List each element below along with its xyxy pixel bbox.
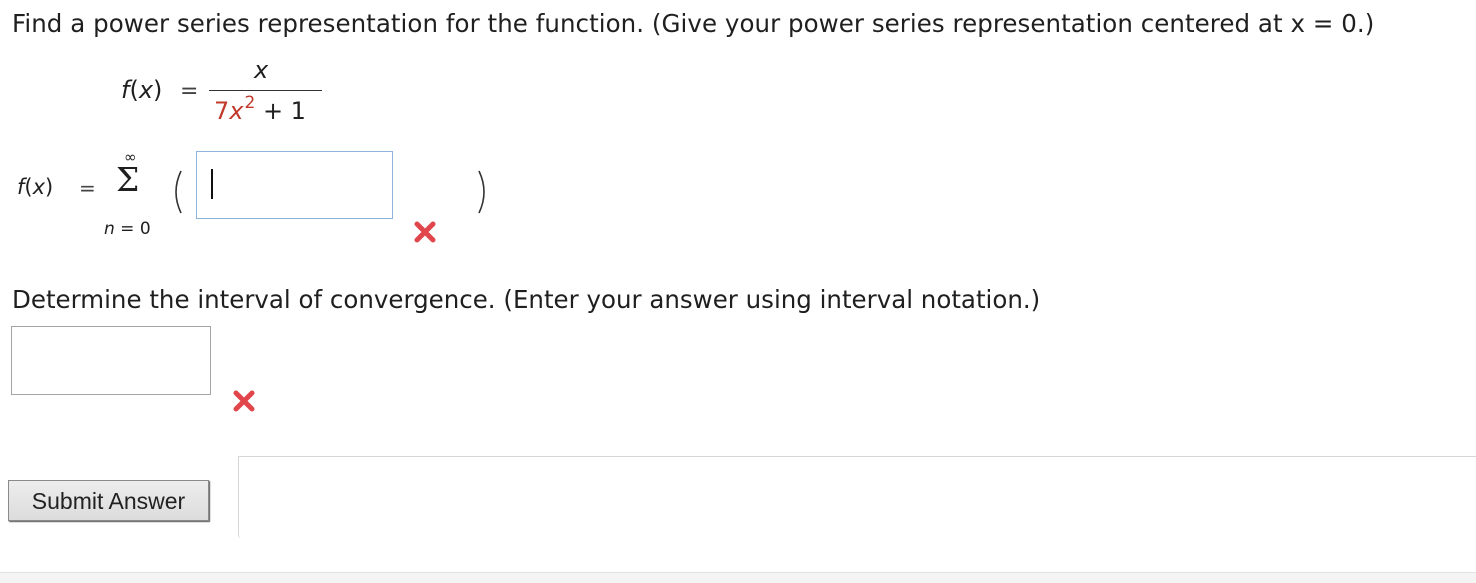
- submit-answer-button[interactable]: Submit Answer: [8, 480, 209, 521]
- sum-lower-limit: n = 0: [104, 219, 151, 239]
- denominator-tail: + 1: [255, 97, 306, 125]
- interval-field[interactable]: [12, 327, 210, 394]
- function-lhs: f(x): [121, 76, 163, 104]
- series-term-input[interactable]: [196, 151, 393, 219]
- denominator-coefficient: 7: [214, 97, 230, 125]
- fraction-numerator: x: [254, 56, 269, 84]
- fraction-bar: [209, 90, 322, 91]
- denominator-exponent: 2: [244, 93, 256, 113]
- incorrect-x-icon: [233, 390, 255, 412]
- series-equals: =: [79, 176, 96, 200]
- denominator-base: x: [229, 97, 244, 125]
- series-lhs: f(x): [17, 175, 54, 199]
- interval-input[interactable]: [11, 326, 211, 395]
- series-term-field[interactable]: [197, 152, 392, 218]
- convergence-prompt: Determine the interval of convergence. (…: [12, 285, 1041, 314]
- incorrect-x-icon: [414, 221, 436, 243]
- text-caret: [211, 169, 213, 199]
- bottom-divider: [0, 572, 1476, 583]
- fraction-denominator: 7x2 + 1: [214, 93, 306, 125]
- left-paren-icon: [175, 170, 182, 214]
- function-equals: =: [180, 79, 199, 104]
- summation-symbol: Σ: [116, 160, 140, 199]
- question-prompt: Find a power series representation for t…: [12, 9, 1375, 38]
- submit-area-frame: [238, 456, 1476, 538]
- right-paren-icon: [478, 170, 485, 214]
